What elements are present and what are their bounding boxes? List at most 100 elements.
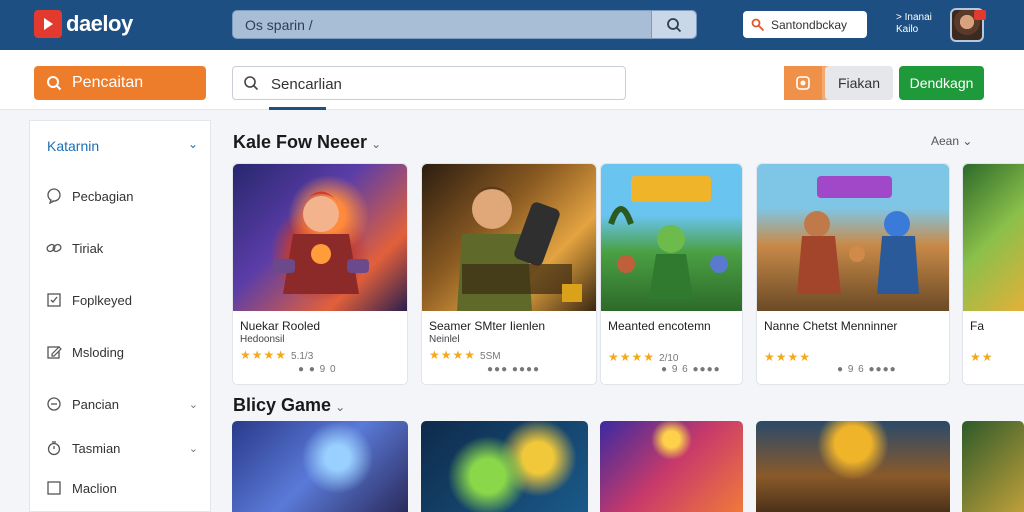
- sidebar: Katarnin ⌄ Pecbagian Tiriak Foplkeyed Ms…: [29, 120, 211, 512]
- sidebar-item-label: Foplkeyed: [72, 292, 132, 308]
- see-more-label: Aean: [931, 134, 960, 148]
- game-card[interactable]: Nanne Chetst Menninner ★★★★ ● 9 6 ●●●●: [756, 163, 950, 385]
- user-name-line2: Kailo: [896, 24, 919, 35]
- logo-text: daeloy: [66, 11, 133, 36]
- sidebar-item-msloding[interactable]: Msloding: [46, 340, 206, 364]
- sidebar-item-label: Pancian: [72, 396, 119, 412]
- sidebar-item-maclion[interactable]: Maclion: [46, 476, 206, 500]
- checkbox-icon: [46, 292, 62, 308]
- chevron-down-icon[interactable]: ⌄: [189, 398, 198, 411]
- sidebar-item-foplkeyed[interactable]: Foplkeyed: [46, 288, 206, 312]
- game-thumbnail[interactable]: [422, 164, 596, 311]
- game-thumbnail[interactable]: [421, 421, 588, 512]
- active-tab-indicator: [269, 107, 326, 110]
- game-card[interactable]: Fa ★★: [962, 163, 1024, 385]
- rating-stars: ★★★★ 5.1/3: [240, 348, 313, 362]
- key-icon: [751, 18, 765, 31]
- rating-value: 5SM: [480, 351, 501, 362]
- chevron-down-icon: ⌄: [335, 400, 346, 414]
- search-category-label: Pencaitan: [72, 74, 144, 91]
- section-title[interactable]: Kale Fow Neeer ⌄: [233, 132, 381, 153]
- chat-icon: [46, 188, 62, 204]
- search-icon: [47, 76, 62, 91]
- card-meta: ● 9 6 ●●●●: [837, 364, 897, 375]
- search-input-value: Sencarlian: [271, 76, 342, 93]
- user-name-line1: > Inanai: [896, 12, 932, 23]
- game-thumbnail[interactable]: [601, 164, 742, 311]
- logo[interactable]: daeloy: [34, 10, 133, 38]
- sidebar-item-label: Tiriak: [72, 240, 104, 256]
- sidebar-item-label: Tasmian: [72, 440, 121, 456]
- game-thumbnail[interactable]: [600, 421, 743, 512]
- sidebar-item-pancian[interactable]: Pancian ⌄: [46, 392, 206, 416]
- rating-stars-glyphs: ★★★★: [608, 350, 656, 364]
- game-subtitle: Hedoonsil: [240, 334, 285, 345]
- game-thumbnail[interactable]: [962, 421, 1024, 512]
- rating-stars: ★★★★: [764, 350, 815, 364]
- game-title: Fa: [970, 319, 985, 333]
- account-switch-label: Santondbckay: [771, 17, 848, 32]
- sub-toolbar: Pencaitan Sencarlian Fiakan Dendkagn: [0, 50, 1024, 110]
- scan-button[interactable]: [784, 66, 822, 100]
- search-input[interactable]: Sencarlian: [232, 66, 859, 100]
- rating-stars-glyphs: ★★★★: [429, 348, 477, 362]
- section-title-text: Blicy Game: [233, 395, 332, 415]
- game-title: Seamer SMter Iienlen: [429, 319, 546, 333]
- search-icon: [667, 17, 682, 32]
- rating-stars-glyphs: ★★: [970, 350, 994, 364]
- global-search-input[interactable]: Os sparin /: [232, 10, 697, 39]
- sidebar-heading[interactable]: Katarnin: [47, 138, 99, 154]
- chevron-down-icon[interactable]: ⌄: [189, 442, 198, 455]
- clock-icon: [46, 396, 62, 412]
- card-meta: ●●● ●●●●: [487, 364, 541, 375]
- rating-stars-glyphs: ★★★★: [240, 348, 288, 362]
- game-card[interactable]: Seamer SMter Iienlen Neinlel ★★★★ 5SM ●●●…: [421, 163, 597, 385]
- sidebar-item-tasmian[interactable]: Tasmian ⌄: [46, 436, 206, 460]
- sidebar-item-tiriak[interactable]: Tiriak: [46, 236, 206, 260]
- game-subtitle: Neinlel: [429, 334, 460, 345]
- rating-stars: ★★: [970, 350, 994, 364]
- notification-badge: [974, 10, 986, 20]
- card-meta: ● ● 9 0: [298, 364, 337, 375]
- chevron-down-icon[interactable]: ⌄: [188, 137, 198, 151]
- game-title: Nanne Chetst Menninner: [764, 319, 898, 333]
- game-thumbnail[interactable]: [233, 164, 407, 311]
- edit-icon: [46, 344, 62, 360]
- chevron-down-icon: ⌄: [962, 134, 973, 148]
- user-name[interactable]: > Inanai Kailo: [896, 12, 932, 36]
- game-thumbnail[interactable]: [757, 164, 949, 311]
- timer-icon: [46, 440, 62, 456]
- account-switch-button[interactable]: Santondbckay: [743, 11, 867, 38]
- rating-stars: ★★★★ 5SM: [429, 348, 501, 362]
- rating-value: 5.1/3: [291, 351, 314, 362]
- global-search-button[interactable]: [651, 11, 696, 38]
- square-icon: [46, 480, 62, 496]
- game-thumbnail[interactable]: [963, 164, 1024, 311]
- card-meta: ● 9 6 ●●●●: [661, 364, 721, 375]
- game-card[interactable]: Meanted encotemn ★★★★ 2/10 ● 9 6 ●●●●: [600, 163, 743, 385]
- link-icon: [46, 240, 62, 256]
- search-category-button[interactable]: Pencaitan: [34, 66, 206, 100]
- section-title[interactable]: Blicy Game ⌄: [233, 395, 345, 416]
- sidebar-item-pecbagian[interactable]: Pecbagian: [46, 184, 206, 208]
- top-navigation-bar: daeloy Os sparin / Santondbckay > Inanai…: [0, 0, 1024, 50]
- chevron-down-icon: ⌄: [371, 137, 382, 151]
- rating-stars: ★★★★ 2/10: [608, 350, 679, 364]
- scan-icon: [796, 76, 810, 90]
- game-thumbnail[interactable]: [232, 421, 408, 512]
- search-icon: [243, 75, 259, 96]
- sidebar-item-label: Pecbagian: [72, 188, 134, 204]
- play-logo-icon: [34, 10, 62, 38]
- rating-value: 2/10: [659, 353, 679, 364]
- section-title-text: Kale Fow Neeer: [233, 132, 368, 152]
- game-thumbnail[interactable]: [756, 421, 950, 512]
- sidebar-item-label: Msloding: [72, 344, 125, 360]
- see-more-link[interactable]: Aean ⌄: [931, 134, 972, 148]
- rating-stars-glyphs: ★★★★: [764, 350, 812, 364]
- primary-action-button[interactable]: Dendkagn: [899, 66, 984, 100]
- sidebar-item-label: Maclion: [72, 480, 117, 496]
- game-card[interactable]: Nuekar Rooled Hedoonsil ★★★★ 5.1/3 ● ● 9 …: [232, 163, 408, 385]
- global-search-placeholder: Os sparin /: [245, 17, 313, 33]
- game-title: Nuekar Rooled: [240, 319, 321, 333]
- secondary-action-button[interactable]: Fiakan: [825, 66, 893, 100]
